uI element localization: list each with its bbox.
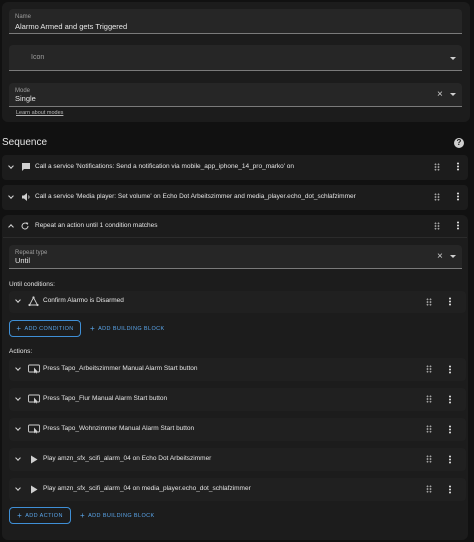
overflow-menu-icon[interactable] <box>449 485 451 494</box>
mode-select-value: Single <box>15 94 36 103</box>
drag-handle-icon[interactable] <box>426 455 432 463</box>
speaker-icon <box>22 193 30 201</box>
until-conditions-label: Until conditions: <box>9 281 55 288</box>
inner-action-title: Press Tapo_Wohnzimmer Manual Alarm Start… <box>43 425 195 432</box>
add-building-block-label: ADD BUILDING BLOCK <box>88 512 155 519</box>
help-icon[interactable]: ? <box>454 138 464 148</box>
name-field-value: Alarmo Armed and gets Triggered <box>15 22 128 31</box>
name-field-label: Name <box>15 14 32 20</box>
repeat-type-clear-icon[interactable]: × <box>437 252 443 262</box>
learn-about-modes-link[interactable]: Learn about modes <box>16 110 63 116</box>
action-row-title: Call a service 'Notifications: Send a no… <box>35 163 295 170</box>
drag-handle-icon[interactable] <box>426 365 432 373</box>
chevron-down-icon[interactable] <box>8 163 14 169</box>
repeat-type-dropdown-icon[interactable] <box>450 255 456 258</box>
drag-handle-icon[interactable] <box>426 485 432 493</box>
add-action-label: ADD ACTION <box>25 512 63 519</box>
action-row-notification[interactable]: Call a service 'Notifications: Send a no… <box>2 155 468 180</box>
inner-action-row[interactable]: Play amzn_sfx_scifi_alarm_04 on Echo Dot… <box>9 448 466 471</box>
refresh-icon <box>21 222 29 230</box>
inner-action-row[interactable]: Play amzn_sfx_scifi_alarm_04 on media_pl… <box>9 478 466 501</box>
add-action-button[interactable]: + ADD ACTION <box>9 507 71 524</box>
inner-action-title: Press Tapo_Flur Manual Alarm Start butto… <box>43 395 168 402</box>
overflow-menu-icon[interactable] <box>449 365 451 374</box>
button-press-icon <box>28 424 40 434</box>
add-condition-button[interactable]: + ADD CONDITION <box>9 320 81 337</box>
chevron-down-icon[interactable] <box>15 365 21 371</box>
action-row-set-volume[interactable]: Call a service 'Media player: Set volume… <box>2 185 468 210</box>
chevron-down-icon[interactable] <box>15 425 21 431</box>
repeat-header-divider <box>3 237 467 238</box>
overflow-menu-icon[interactable] <box>457 192 459 201</box>
repeat-type-select[interactable]: Repeat type Until × <box>9 245 462 269</box>
condition-row[interactable]: Confirm Alarmo is Disarmed <box>9 291 466 313</box>
inner-action-row[interactable]: Press Tapo_Arbeitszimmer Manual Alarm St… <box>9 358 466 381</box>
icon-picker-dropdown-icon[interactable] <box>450 57 456 60</box>
icon-picker-field[interactable]: Icon <box>9 45 462 71</box>
plus-icon: + <box>80 510 86 520</box>
overflow-menu-icon[interactable] <box>449 395 451 404</box>
inner-action-title: Play amzn_sfx_scifi_alarm_04 on media_pl… <box>43 485 251 492</box>
chevron-down-icon[interactable] <box>8 193 14 199</box>
inner-action-title: Press Tapo_Arbeitszimmer Manual Alarm St… <box>43 365 198 372</box>
action-row-title: Call a service 'Media player: Set volume… <box>35 193 356 200</box>
plus-icon: + <box>17 510 23 520</box>
overflow-menu-icon[interactable] <box>457 221 459 230</box>
chevron-down-icon[interactable] <box>15 455 21 461</box>
repeat-action-title: Repeat an action until 1 condition match… <box>35 222 158 229</box>
add-building-block-button[interactable]: + ADD BUILDING BLOCK <box>80 511 155 520</box>
chevron-down-icon[interactable] <box>15 395 21 401</box>
icon-picker-label: Icon <box>31 54 45 61</box>
overflow-menu-icon[interactable] <box>449 455 451 464</box>
drag-handle-icon[interactable] <box>434 193 440 201</box>
button-press-icon <box>28 364 40 374</box>
chevron-down-icon[interactable] <box>15 297 21 303</box>
overflow-menu-icon[interactable] <box>449 425 451 434</box>
drag-handle-icon[interactable] <box>426 425 432 433</box>
mode-clear-icon[interactable]: × <box>437 90 443 100</box>
drag-handle-icon[interactable] <box>426 298 432 306</box>
drag-handle-icon[interactable] <box>434 222 440 230</box>
drag-handle-icon[interactable] <box>434 163 440 171</box>
overflow-menu-icon[interactable] <box>449 297 451 306</box>
inner-action-row[interactable]: Press Tapo_Wohnzimmer Manual Alarm Start… <box>9 418 466 441</box>
play-icon <box>31 455 38 464</box>
add-condition-label: ADD CONDITION <box>24 325 74 332</box>
add-building-block-button[interactable]: + ADD BUILDING BLOCK <box>90 324 165 333</box>
overflow-menu-icon[interactable] <box>457 162 459 171</box>
sequence-heading: Sequence <box>2 137 48 148</box>
name-field[interactable]: Name Alarmo Armed and gets Triggered <box>9 9 462 34</box>
actions-label: Actions: <box>9 348 33 355</box>
drag-handle-icon[interactable] <box>426 395 432 403</box>
play-icon <box>31 485 38 494</box>
plus-icon: + <box>16 323 22 333</box>
message-icon <box>22 163 30 171</box>
add-building-block-label: ADD BUILDING BLOCK <box>98 325 165 332</box>
inner-action-title: Play amzn_sfx_scifi_alarm_04 on Echo Dot… <box>43 455 212 462</box>
button-press-icon <box>28 394 40 404</box>
plus-icon: + <box>90 323 96 333</box>
repeat-type-value: Until <box>15 256 31 265</box>
mode-select[interactable]: Mode Single × <box>9 83 462 107</box>
condition-row-title: Confirm Alarmo is Disarmed <box>43 297 124 304</box>
chevron-down-icon[interactable] <box>15 485 21 491</box>
inner-action-row[interactable]: Press Tapo_Flur Manual Alarm Start butto… <box>9 388 466 411</box>
triangle-nodes-icon <box>28 296 39 307</box>
mode-dropdown-icon[interactable] <box>450 93 456 96</box>
